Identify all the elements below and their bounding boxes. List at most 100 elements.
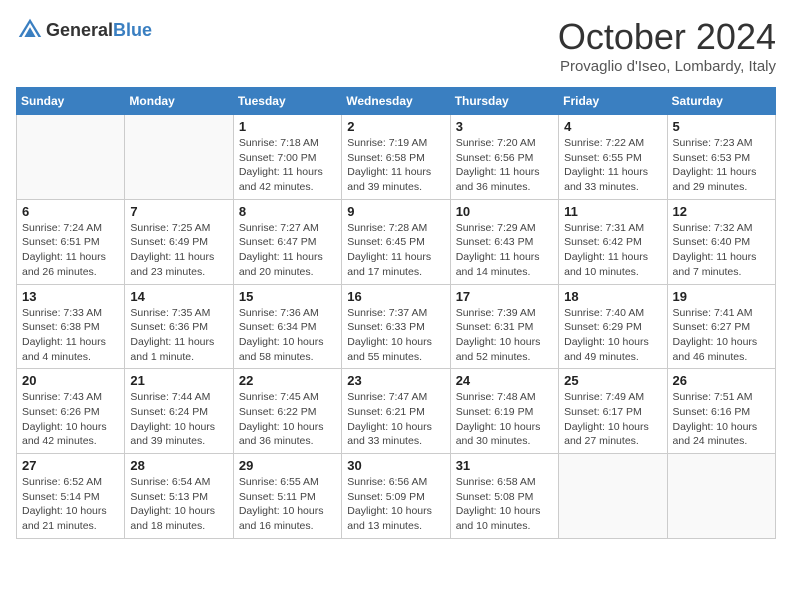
day-info: Sunrise: 6:55 AMSunset: 5:11 PMDaylight:… bbox=[239, 475, 336, 534]
day-number: 26 bbox=[673, 373, 770, 388]
day-info: Sunrise: 7:33 AMSunset: 6:38 PMDaylight:… bbox=[22, 306, 119, 365]
calendar-cell: 1 Sunrise: 7:18 AMSunset: 7:00 PMDaylight… bbox=[233, 115, 341, 200]
day-info: Sunrise: 7:48 AMSunset: 6:19 PMDaylight:… bbox=[456, 390, 553, 449]
location-title: Provaglio d'Iseo, Lombardy, Italy bbox=[558, 58, 776, 75]
calendar-cell: 31 Sunrise: 6:58 AMSunset: 5:08 PMDayligh… bbox=[450, 454, 558, 539]
calendar-cell: 27 Sunrise: 6:52 AMSunset: 5:14 PMDayligh… bbox=[17, 454, 125, 539]
logo-text-general: General bbox=[46, 20, 113, 40]
day-info: Sunrise: 7:44 AMSunset: 6:24 PMDaylight:… bbox=[130, 390, 227, 449]
day-info: Sunrise: 7:43 AMSunset: 6:26 PMDaylight:… bbox=[22, 390, 119, 449]
day-info: Sunrise: 7:23 AMSunset: 6:53 PMDaylight:… bbox=[673, 136, 770, 195]
calendar-week-row: 1 Sunrise: 7:18 AMSunset: 7:00 PMDaylight… bbox=[17, 115, 776, 200]
calendar-cell: 13 Sunrise: 7:33 AMSunset: 6:38 PMDayligh… bbox=[17, 284, 125, 369]
calendar-body: 1 Sunrise: 7:18 AMSunset: 7:00 PMDaylight… bbox=[17, 115, 776, 539]
day-number: 15 bbox=[239, 289, 336, 304]
calendar-cell: 19 Sunrise: 7:41 AMSunset: 6:27 PMDayligh… bbox=[667, 284, 775, 369]
calendar-cell: 18 Sunrise: 7:40 AMSunset: 6:29 PMDayligh… bbox=[559, 284, 667, 369]
day-number: 31 bbox=[456, 458, 553, 473]
day-number: 21 bbox=[130, 373, 227, 388]
day-info: Sunrise: 7:20 AMSunset: 6:56 PMDaylight:… bbox=[456, 136, 553, 195]
calendar-cell: 2Sunrise: 7:19 AMSunset: 6:58 PMDaylight… bbox=[342, 115, 450, 200]
calendar-cell: 14 Sunrise: 7:35 AMSunset: 6:36 PMDayligh… bbox=[125, 284, 233, 369]
calendar-week-row: 20 Sunrise: 7:43 AMSunset: 6:26 PMDayligh… bbox=[17, 369, 776, 454]
day-number: 14 bbox=[130, 289, 227, 304]
calendar-cell: 28 Sunrise: 6:54 AMSunset: 5:13 PMDayligh… bbox=[125, 454, 233, 539]
day-info: Sunrise: 6:58 AMSunset: 5:08 PMDaylight:… bbox=[456, 475, 553, 534]
day-info: Sunrise: 7:47 AMSunset: 6:21 PMDaylight:… bbox=[347, 390, 444, 449]
day-number: 1 bbox=[239, 119, 336, 134]
calendar-cell: 3 Sunrise: 7:20 AMSunset: 6:56 PMDaylight… bbox=[450, 115, 558, 200]
day-number: 17 bbox=[456, 289, 553, 304]
calendar-header-cell: Saturday bbox=[667, 88, 775, 115]
calendar-cell: 23Sunrise: 7:47 AMSunset: 6:21 PMDayligh… bbox=[342, 369, 450, 454]
calendar-cell: 21 Sunrise: 7:44 AMSunset: 6:24 PMDayligh… bbox=[125, 369, 233, 454]
page-header: GeneralBlue October 2024 Provaglio d'Ise… bbox=[16, 16, 776, 75]
logo-text-blue: Blue bbox=[113, 20, 152, 40]
day-info: Sunrise: 7:28 AMSunset: 6:45 PMDaylight:… bbox=[347, 221, 444, 280]
day-info: Sunrise: 6:52 AMSunset: 5:14 PMDaylight:… bbox=[22, 475, 119, 534]
day-number: 28 bbox=[130, 458, 227, 473]
logo-icon bbox=[16, 16, 44, 44]
day-info: Sunrise: 7:49 AMSunset: 6:17 PMDaylight:… bbox=[564, 390, 661, 449]
day-info: Sunrise: 7:41 AMSunset: 6:27 PMDaylight:… bbox=[673, 306, 770, 365]
calendar-header-cell: Sunday bbox=[17, 88, 125, 115]
day-info: Sunrise: 7:51 AMSunset: 6:16 PMDaylight:… bbox=[673, 390, 770, 449]
day-info: Sunrise: 7:36 AMSunset: 6:34 PMDaylight:… bbox=[239, 306, 336, 365]
calendar-cell: 15 Sunrise: 7:36 AMSunset: 6:34 PMDayligh… bbox=[233, 284, 341, 369]
day-number: 25 bbox=[564, 373, 661, 388]
day-number: 6 bbox=[22, 204, 119, 219]
day-number: 13 bbox=[22, 289, 119, 304]
day-info: Sunrise: 7:35 AMSunset: 6:36 PMDaylight:… bbox=[130, 306, 227, 365]
day-number: 20 bbox=[22, 373, 119, 388]
day-info: Sunrise: 7:39 AMSunset: 6:31 PMDaylight:… bbox=[456, 306, 553, 365]
calendar-week-row: 13 Sunrise: 7:33 AMSunset: 6:38 PMDayligh… bbox=[17, 284, 776, 369]
calendar-cell: 20 Sunrise: 7:43 AMSunset: 6:26 PMDayligh… bbox=[17, 369, 125, 454]
calendar-cell: 10 Sunrise: 7:29 AMSunset: 6:43 PMDayligh… bbox=[450, 199, 558, 284]
calendar-header-cell: Wednesday bbox=[342, 88, 450, 115]
calendar-cell: 5Sunrise: 7:23 AMSunset: 6:53 PMDaylight… bbox=[667, 115, 775, 200]
day-number: 22 bbox=[239, 373, 336, 388]
day-number: 18 bbox=[564, 289, 661, 304]
day-info: Sunrise: 6:56 AMSunset: 5:09 PMDaylight:… bbox=[347, 475, 444, 534]
calendar-cell bbox=[125, 115, 233, 200]
calendar-cell: 25 Sunrise: 7:49 AMSunset: 6:17 PMDayligh… bbox=[559, 369, 667, 454]
calendar-header-cell: Tuesday bbox=[233, 88, 341, 115]
day-number: 2 bbox=[347, 119, 444, 134]
day-number: 4 bbox=[564, 119, 661, 134]
day-info: Sunrise: 7:18 AMSunset: 7:00 PMDaylight:… bbox=[239, 136, 336, 195]
day-number: 3 bbox=[456, 119, 553, 134]
day-info: Sunrise: 7:31 AMSunset: 6:42 PMDaylight:… bbox=[564, 221, 661, 280]
calendar-header-row: SundayMondayTuesdayWednesdayThursdayFrid… bbox=[17, 88, 776, 115]
day-number: 16 bbox=[347, 289, 444, 304]
month-title: October 2024 bbox=[558, 16, 776, 58]
day-number: 19 bbox=[673, 289, 770, 304]
day-info: Sunrise: 7:25 AMSunset: 6:49 PMDaylight:… bbox=[130, 221, 227, 280]
calendar-header-cell: Friday bbox=[559, 88, 667, 115]
day-number: 30 bbox=[347, 458, 444, 473]
calendar-cell: 12Sunrise: 7:32 AMSunset: 6:40 PMDayligh… bbox=[667, 199, 775, 284]
day-info: Sunrise: 7:37 AMSunset: 6:33 PMDaylight:… bbox=[347, 306, 444, 365]
day-info: Sunrise: 7:40 AMSunset: 6:29 PMDaylight:… bbox=[564, 306, 661, 365]
calendar-cell bbox=[17, 115, 125, 200]
calendar: SundayMondayTuesdayWednesdayThursdayFrid… bbox=[16, 87, 776, 539]
day-info: Sunrise: 7:27 AMSunset: 6:47 PMDaylight:… bbox=[239, 221, 336, 280]
calendar-cell: 26 Sunrise: 7:51 AMSunset: 6:16 PMDayligh… bbox=[667, 369, 775, 454]
calendar-cell: 9Sunrise: 7:28 AMSunset: 6:45 PMDaylight… bbox=[342, 199, 450, 284]
calendar-cell: 17 Sunrise: 7:39 AMSunset: 6:31 PMDayligh… bbox=[450, 284, 558, 369]
calendar-week-row: 27 Sunrise: 6:52 AMSunset: 5:14 PMDayligh… bbox=[17, 454, 776, 539]
day-info: Sunrise: 7:29 AMSunset: 6:43 PMDaylight:… bbox=[456, 221, 553, 280]
calendar-cell bbox=[559, 454, 667, 539]
calendar-week-row: 6 Sunrise: 7:24 AMSunset: 6:51 PMDaylight… bbox=[17, 199, 776, 284]
day-info: Sunrise: 7:32 AMSunset: 6:40 PMDaylight:… bbox=[673, 221, 770, 280]
calendar-cell: 8Sunrise: 7:27 AMSunset: 6:47 PMDaylight… bbox=[233, 199, 341, 284]
calendar-cell: 7 Sunrise: 7:25 AMSunset: 6:49 PMDaylight… bbox=[125, 199, 233, 284]
calendar-cell: 30 Sunrise: 6:56 AMSunset: 5:09 PMDayligh… bbox=[342, 454, 450, 539]
day-number: 11 bbox=[564, 204, 661, 219]
day-info: Sunrise: 6:54 AMSunset: 5:13 PMDaylight:… bbox=[130, 475, 227, 534]
calendar-cell: 4Sunrise: 7:22 AMSunset: 6:55 PMDaylight… bbox=[559, 115, 667, 200]
day-number: 10 bbox=[456, 204, 553, 219]
day-number: 7 bbox=[130, 204, 227, 219]
title-block: October 2024 Provaglio d'Iseo, Lombardy,… bbox=[558, 16, 776, 75]
day-info: Sunrise: 7:24 AMSunset: 6:51 PMDaylight:… bbox=[22, 221, 119, 280]
day-number: 27 bbox=[22, 458, 119, 473]
